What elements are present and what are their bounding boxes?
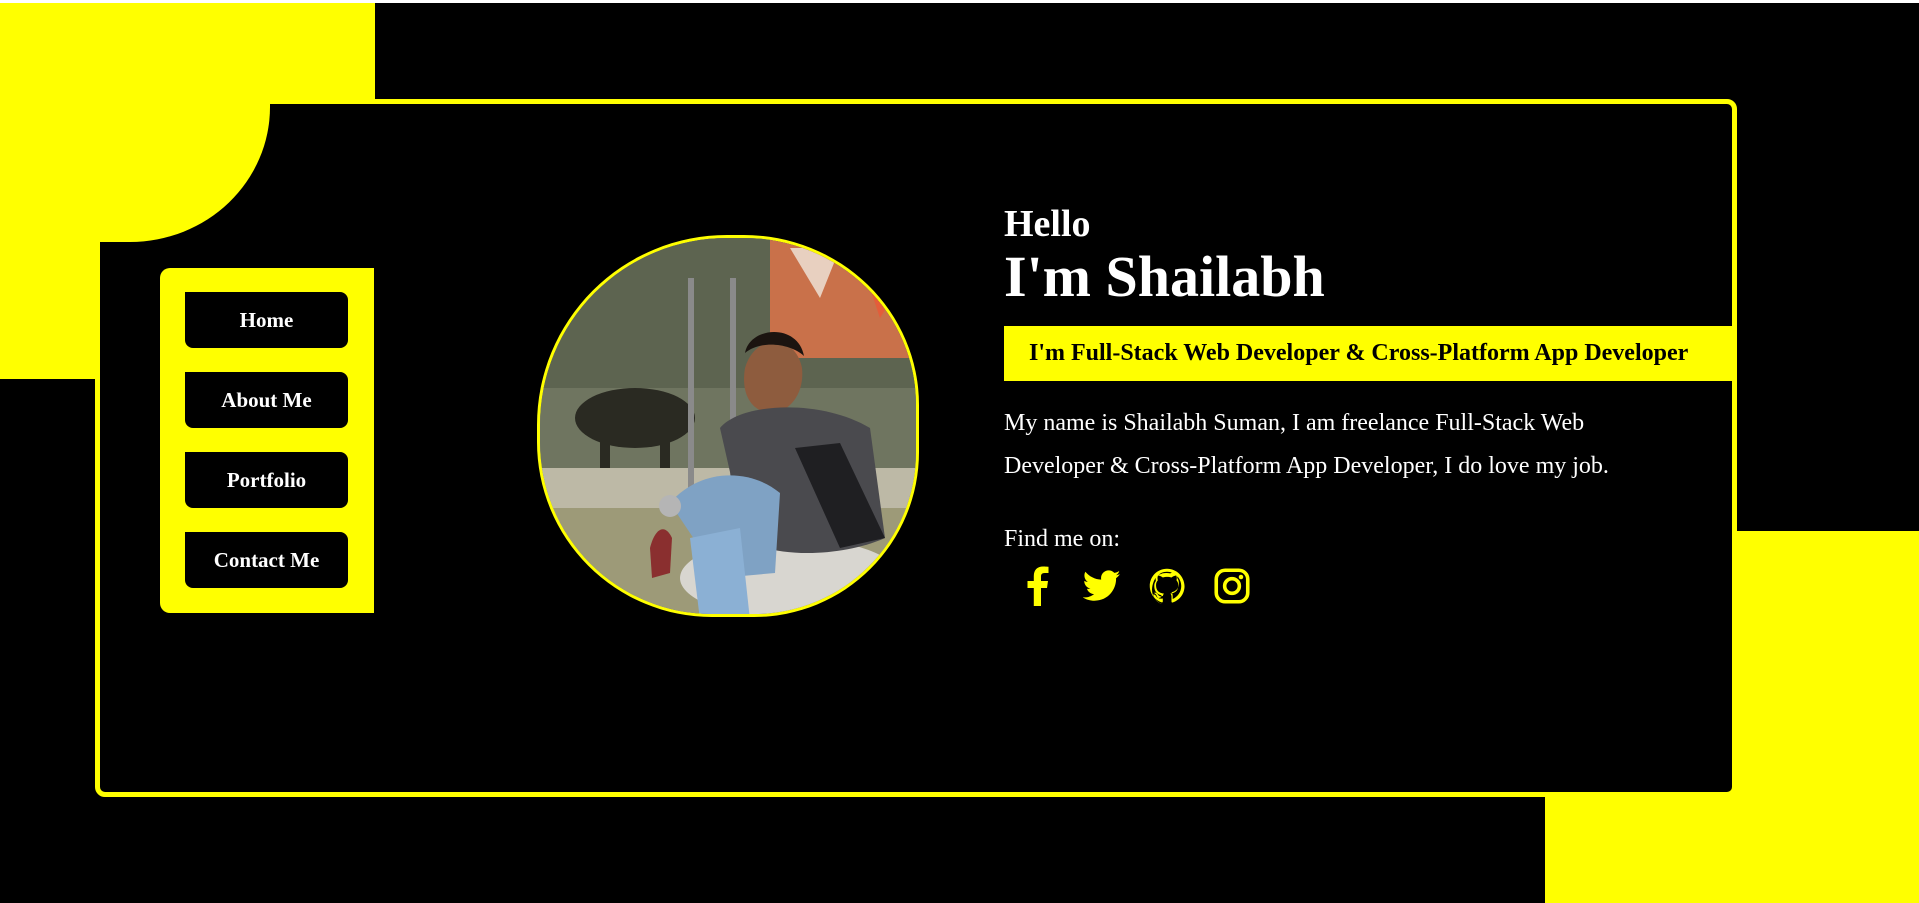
side-nav: Home About Me Portfolio Contact Me (160, 268, 374, 613)
profile-photo (537, 235, 919, 617)
role-banner: I'm Full-Stack Web Developer & Cross-Pla… (1004, 326, 1737, 381)
nav-about-button[interactable]: About Me (185, 372, 348, 428)
social-links (1004, 562, 1264, 610)
instagram-icon[interactable] (1199, 562, 1264, 610)
nav-portfolio-button[interactable]: Portfolio (185, 452, 348, 508)
page-title: I'm Shailabh (1004, 244, 1325, 309)
nav-contact-button[interactable]: Contact Me (185, 532, 348, 588)
github-icon[interactable] (1134, 562, 1199, 610)
greeting: Hello (1004, 203, 1091, 245)
bio-text: My name is Shailabh Suman, I am freelanc… (1004, 410, 1609, 479)
corner-decoration (100, 104, 270, 242)
nav-home-button[interactable]: Home (185, 292, 348, 348)
find-me-label: Find me on: (1004, 526, 1121, 552)
profile-photo-illustration (540, 238, 916, 614)
twitter-icon[interactable] (1069, 562, 1134, 610)
facebook-icon[interactable] (1004, 562, 1069, 610)
